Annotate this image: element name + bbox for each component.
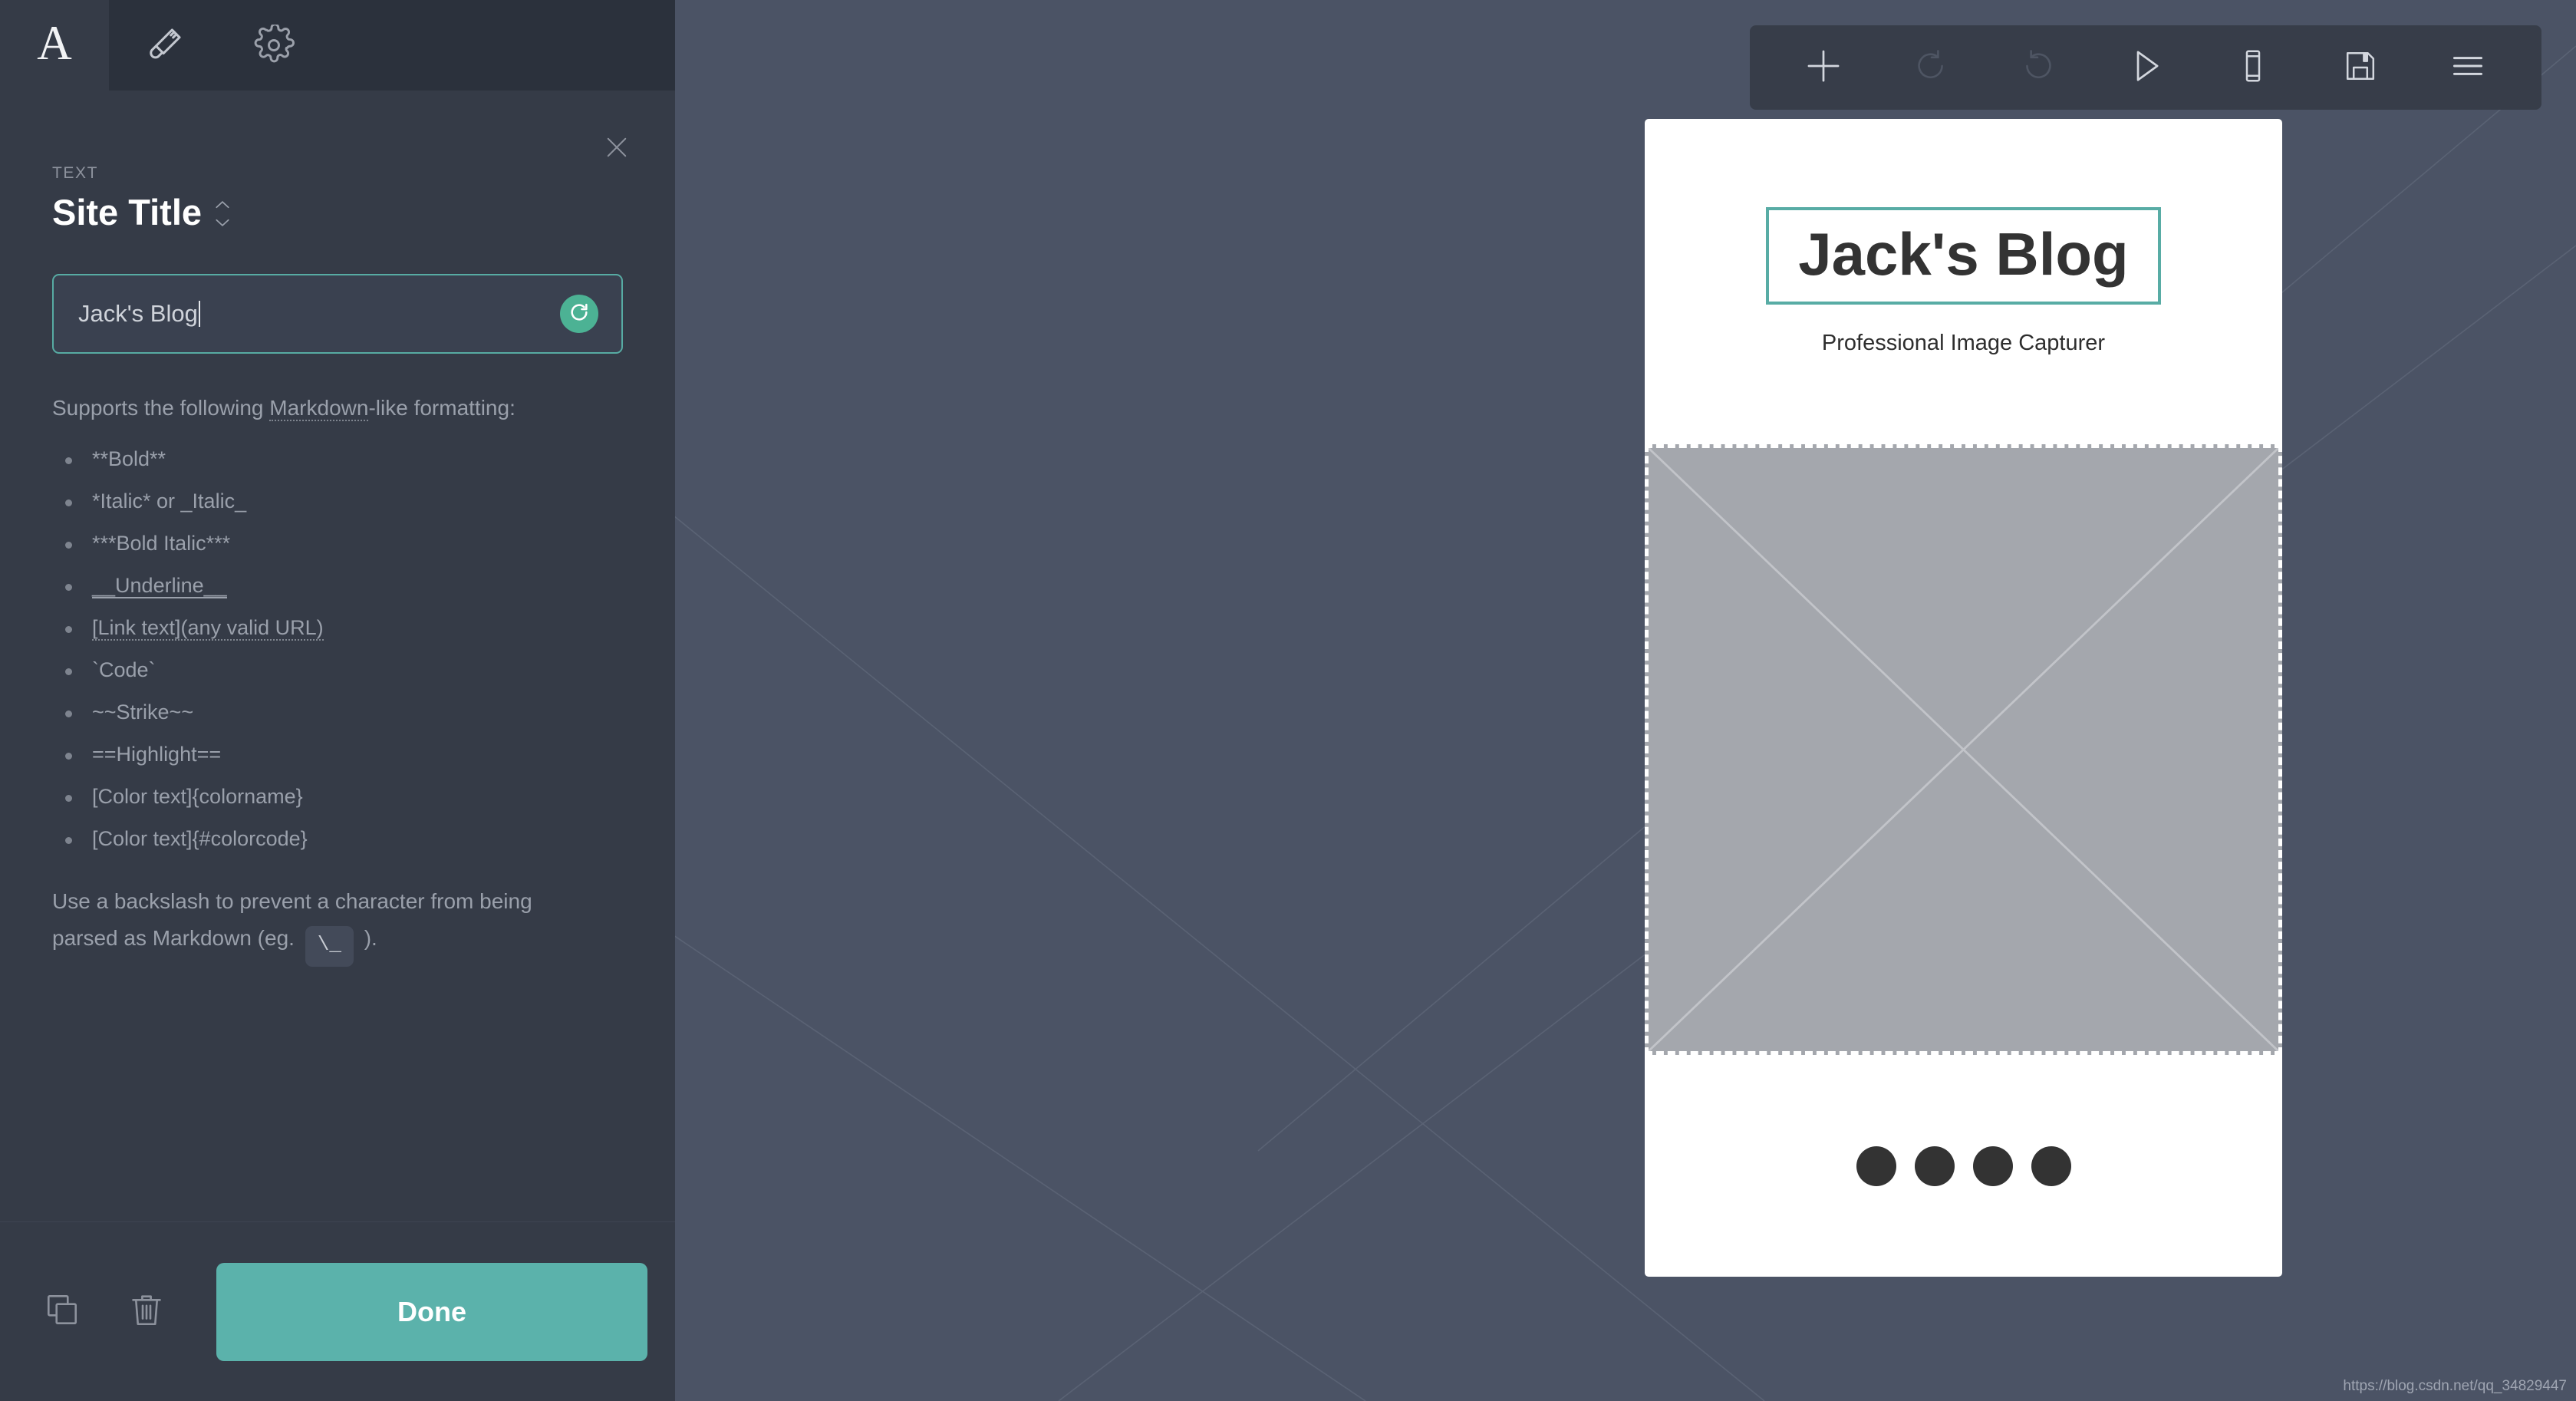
done-button[interactable]: Done (216, 1262, 647, 1361)
text-caret (198, 301, 200, 328)
placeholder-cross-icon (1649, 448, 2278, 1051)
site-title-input[interactable]: Jack's Blog (54, 300, 560, 328)
md-syntax: [Link text](any valid URL) (92, 616, 324, 641)
mobile-icon (2235, 48, 2271, 88)
backslash-code-chip: \_ (305, 926, 354, 968)
field-selector[interactable]: Site Title (52, 193, 623, 231)
social-icon-3[interactable] (1972, 1146, 2013, 1186)
trash-icon (127, 1291, 166, 1333)
panel-footer: Done (0, 1221, 675, 1401)
redo-button[interactable] (1985, 25, 2092, 110)
paintbrush-icon (143, 25, 185, 66)
footnote-before: Use a backslash to prevent a character f… (52, 889, 532, 951)
watermark: https://blog.csdn.net/qq_34829447 (2343, 1378, 2567, 1394)
panel-body: TEXT Site Title Jack's Blog Supports the… (0, 91, 675, 1221)
chevron-updown-icon (214, 196, 231, 228)
help-lead-before: Supports the following (52, 396, 270, 420)
device-preview-button[interactable] (2199, 25, 2307, 110)
plus-icon (1804, 46, 1843, 90)
canvas-area[interactable]: Jack's Blog Professional Image Capturer (675, 0, 2576, 1401)
letter-a-icon: A (37, 15, 72, 70)
md-syntax: **Bold** (92, 447, 166, 471)
tab-style[interactable] (110, 0, 219, 91)
social-icon-4[interactable] (2031, 1146, 2071, 1186)
duplicate-icon (43, 1291, 81, 1333)
md-syntax: `Code` (92, 658, 156, 682)
list-item: `Code` (52, 660, 623, 681)
reset-icon (567, 300, 591, 328)
social-icon-1[interactable] (1856, 1146, 1896, 1186)
menu-button[interactable] (2414, 25, 2522, 110)
markdown-syntax-list: **Bold** *Italic* or _Italic_ ***Bold It… (52, 449, 623, 849)
close-panel-button[interactable] (598, 130, 635, 167)
gear-icon (253, 25, 295, 66)
preview-tagline[interactable]: Professional Image Capturer (1822, 331, 2105, 356)
social-links-section (1645, 1055, 2282, 1277)
list-item: ***Bold Italic*** (52, 533, 623, 554)
md-syntax: ~~Strike~~ (92, 700, 194, 724)
delete-button[interactable] (120, 1285, 173, 1339)
md-syntax: *Italic* or _Italic_ (92, 490, 247, 513)
help-footnote: Use a backslash to prevent a character f… (52, 883, 589, 968)
list-item: **Bold** (52, 449, 623, 470)
play-icon (2126, 46, 2166, 90)
top-toolbar (1750, 25, 2541, 110)
save-icon (2342, 48, 2379, 88)
site-title-input-value: Jack's Blog (78, 300, 198, 328)
site-title-input-wrap[interactable]: Jack's Blog (52, 274, 623, 354)
md-syntax: __Underline__ (92, 574, 227, 599)
text-settings-panel: A TEXT Site Title Jack's Blog Supports t… (0, 0, 675, 1401)
md-syntax: ==Highlight== (92, 743, 222, 766)
tab-settings[interactable] (219, 0, 329, 91)
help-lead-after: -like formatting: (368, 396, 516, 420)
list-item: [Color text]{#colorcode} (52, 829, 623, 849)
duplicate-button[interactable] (35, 1285, 89, 1339)
section-kicker: TEXT (52, 164, 99, 182)
editor-app: A TEXT Site Title Jack's Blog Supports t… (0, 0, 2576, 1401)
list-item: *Italic* or _Italic_ (52, 491, 623, 512)
markdown-term[interactable]: Markdown (269, 396, 369, 422)
undo-icon (1912, 47, 1950, 89)
panel-tabstrip: A (0, 0, 675, 91)
list-item: [Color text]{colorname} (52, 786, 623, 807)
undo-button[interactable] (1877, 25, 1985, 110)
selected-text-block[interactable]: Jack's Blog (1766, 206, 2161, 305)
social-icon-2[interactable] (1914, 1146, 1955, 1186)
md-syntax: ***Bold Italic*** (92, 532, 231, 555)
redo-icon (2019, 47, 2057, 89)
md-syntax: [Color text]{colorname} (92, 785, 303, 809)
image-placeholder[interactable] (1645, 444, 2282, 1055)
footnote-after: ). (357, 926, 377, 951)
reset-field-button[interactable] (560, 295, 598, 334)
list-item: ==Highlight== (52, 744, 623, 765)
background-decoration-lines (675, 45, 2576, 1401)
site-preview-card[interactable]: Jack's Blog Professional Image Capturer (1645, 119, 2282, 1277)
preview-button[interactable] (2092, 25, 2199, 110)
add-block-button[interactable] (1770, 25, 1877, 110)
tabstrip-filler (329, 0, 675, 91)
help-lead: Supports the following Markdown-like for… (52, 394, 623, 423)
hamburger-icon (2449, 47, 2487, 89)
list-item: [Link text](any valid URL) (52, 616, 623, 641)
md-syntax: [Color text]{#colorcode} (92, 827, 308, 851)
save-button[interactable] (2307, 25, 2414, 110)
page-title: Site Title (52, 192, 203, 232)
tab-text[interactable]: A (0, 0, 110, 91)
preview-site-title[interactable]: Jack's Blog (1798, 223, 2128, 285)
list-item: __Underline__ (52, 574, 623, 599)
list-item: ~~Strike~~ (52, 702, 623, 723)
card-header-section: Jack's Blog Professional Image Capturer (1645, 119, 2282, 444)
close-icon (603, 134, 631, 165)
